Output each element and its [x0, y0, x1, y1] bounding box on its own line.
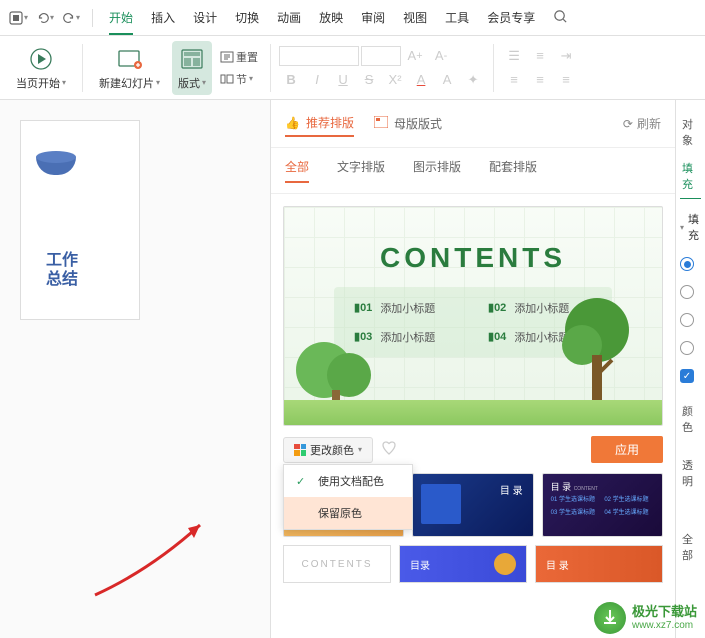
redo-icon[interactable]: ▾: [62, 11, 80, 25]
align-center-icon: ≡: [528, 69, 552, 91]
apply-button[interactable]: 应用: [591, 436, 663, 463]
tab-slideshow[interactable]: 放映: [319, 1, 343, 35]
new-slide-icon: [116, 45, 144, 73]
refresh-button[interactable]: ⟳ 刷新: [623, 115, 661, 132]
watermark: 极光下载站 www.xz7.com: [594, 602, 697, 634]
tab-view[interactable]: 视图: [403, 1, 427, 35]
align-right-icon: ≡: [554, 69, 578, 91]
layout-panel: 👍 推荐排版 母版版式 ⟳ 刷新 全部 文字排版 图示排版 配套排版 CONTE…: [270, 100, 675, 638]
rs-color: 颜色: [680, 397, 701, 441]
reset-button[interactable]: 重置: [216, 47, 262, 67]
tab-animation[interactable]: 动画: [277, 1, 301, 35]
watermark-title: 极光下载站: [632, 605, 697, 619]
bold-icon: B: [279, 69, 303, 91]
align-left-icon: ≡: [502, 69, 526, 91]
superscript-icon: X²: [383, 69, 407, 91]
ribbon: 当页开始▾ 新建幻灯片▾ 版式▾ 重置 节▾ A+ A- B I U S X² …: [0, 36, 705, 100]
thumbs-up-icon: 👍: [285, 116, 300, 130]
watermark-url: www.xz7.com: [632, 620, 697, 631]
right-properties-panel: 对象 填充 ▾填充 ✓ 颜色 透明 全部: [675, 100, 705, 638]
template-thumb-2[interactable]: 目 录: [412, 473, 533, 537]
italic-icon: I: [305, 69, 329, 91]
rs-checkbox[interactable]: ✓: [680, 369, 701, 383]
rs-fill-tab[interactable]: 填充: [680, 154, 701, 199]
subtab-text[interactable]: 文字排版: [337, 158, 385, 183]
rs-transparency: 透明: [680, 451, 701, 495]
rs-radio-2[interactable]: [680, 285, 701, 299]
reset-label: 重置: [236, 49, 258, 65]
tab-design[interactable]: 设计: [193, 1, 217, 35]
undo-icon[interactable]: ▾: [36, 11, 54, 25]
search-icon[interactable]: [553, 1, 568, 35]
panel-tab-master[interactable]: 母版版式: [374, 111, 442, 136]
template-title: CONTENTS: [380, 242, 566, 274]
layout-label: 版式: [178, 75, 200, 91]
from-current-label: 当页开始: [16, 75, 60, 91]
section-button[interactable]: 节▾: [216, 69, 262, 89]
rs-object[interactable]: 对象: [680, 110, 701, 154]
slide-preview: 工作 总结: [20, 120, 140, 320]
slide-text: 工作 总结: [46, 251, 78, 289]
subtab-set[interactable]: 配套排版: [489, 158, 537, 183]
dropdown-keep-original[interactable]: 保留原色: [284, 497, 412, 529]
font-color-icon: A: [409, 69, 433, 91]
rs-radio-1[interactable]: [680, 257, 701, 271]
layout-icon: [178, 45, 206, 73]
indent-icon: ⇥: [554, 45, 578, 67]
rs-all: 全部: [680, 525, 701, 569]
paragraph-group: ☰ ≡ ⇥ ≡ ≡ ≡: [502, 45, 578, 91]
check-icon: ✓: [296, 475, 310, 488]
tab-insert[interactable]: 插入: [151, 1, 175, 35]
color-dropdown: ✓ 使用文档配色 保留原色: [283, 464, 413, 530]
font-group: A+ A- B I U S X² A A ✦: [279, 45, 485, 91]
template-preview-large[interactable]: CONTENTS ▮01添加小标题 ▮02添加小标题 ▮03添加小标题 ▮04添…: [283, 206, 663, 426]
underline-icon: U: [331, 69, 355, 91]
decrease-font-icon: A-: [429, 45, 453, 67]
rs-radio-3[interactable]: [680, 313, 701, 327]
panel-tab-recommend[interactable]: 👍 推荐排版: [285, 110, 354, 137]
master-icon: [374, 116, 388, 131]
watermark-logo: [594, 602, 626, 634]
check-icon: ✓: [680, 369, 694, 383]
highlight-icon: A: [435, 69, 459, 91]
template-thumb-4[interactable]: CONTENTS: [283, 545, 391, 583]
tab-member[interactable]: 会员专享: [487, 1, 535, 35]
change-color-button[interactable]: 更改颜色 ▾: [283, 437, 373, 463]
tab-transition[interactable]: 切换: [235, 1, 259, 35]
main-tabs: 开始 插入 设计 切换 动画 放映 审阅 视图 工具 会员专享: [109, 1, 568, 35]
effects-icon: ✦: [461, 69, 485, 91]
slide-canvas[interactable]: 工作 总结: [0, 100, 270, 638]
subtab-image[interactable]: 图示排版: [413, 158, 461, 183]
dropdown-use-doc-color[interactable]: ✓ 使用文档配色: [284, 465, 412, 497]
home-icon[interactable]: ▾: [8, 10, 28, 26]
from-current-button[interactable]: 当页开始▾: [8, 41, 74, 95]
new-slide-label: 新建幻灯片: [99, 75, 154, 91]
rs-fill-section[interactable]: ▾填充: [680, 211, 701, 243]
refresh-icon: ⟳: [623, 117, 633, 131]
tab-review[interactable]: 审阅: [361, 1, 385, 35]
template-thumb-3[interactable]: 目 录 CONTENT 01 学生选课标题 02 学生选课标题 03 学生选课标…: [542, 473, 663, 537]
favorite-button[interactable]: [381, 440, 397, 459]
template-thumb-6[interactable]: 目 录: [535, 545, 663, 583]
play-icon: [27, 45, 55, 73]
numbering-icon: ≡: [528, 45, 552, 67]
section-label: 节: [236, 71, 247, 87]
chevron-down-icon: ▾: [680, 223, 684, 232]
top-toolbar: ▾ ▾ ▾ 开始 插入 设计 切换 动画 放映 审阅 视图 工具 会员专享: [0, 0, 705, 36]
heart-icon: [381, 440, 397, 456]
rs-radio-4[interactable]: [680, 341, 701, 355]
tab-start[interactable]: 开始: [109, 1, 133, 35]
increase-font-icon: A+: [403, 45, 427, 67]
strike-icon: S: [357, 69, 381, 91]
subtab-all[interactable]: 全部: [285, 158, 309, 183]
cylinder-shape: [36, 151, 76, 176]
template-thumb-5[interactable]: 目录: [399, 545, 527, 583]
new-slide-button[interactable]: 新建幻灯片▾: [91, 41, 168, 95]
layout-button[interactable]: 版式▾: [172, 41, 212, 95]
bullets-icon: ☰: [502, 45, 526, 67]
tab-tools[interactable]: 工具: [445, 1, 469, 35]
color-grid-icon: [294, 444, 306, 456]
